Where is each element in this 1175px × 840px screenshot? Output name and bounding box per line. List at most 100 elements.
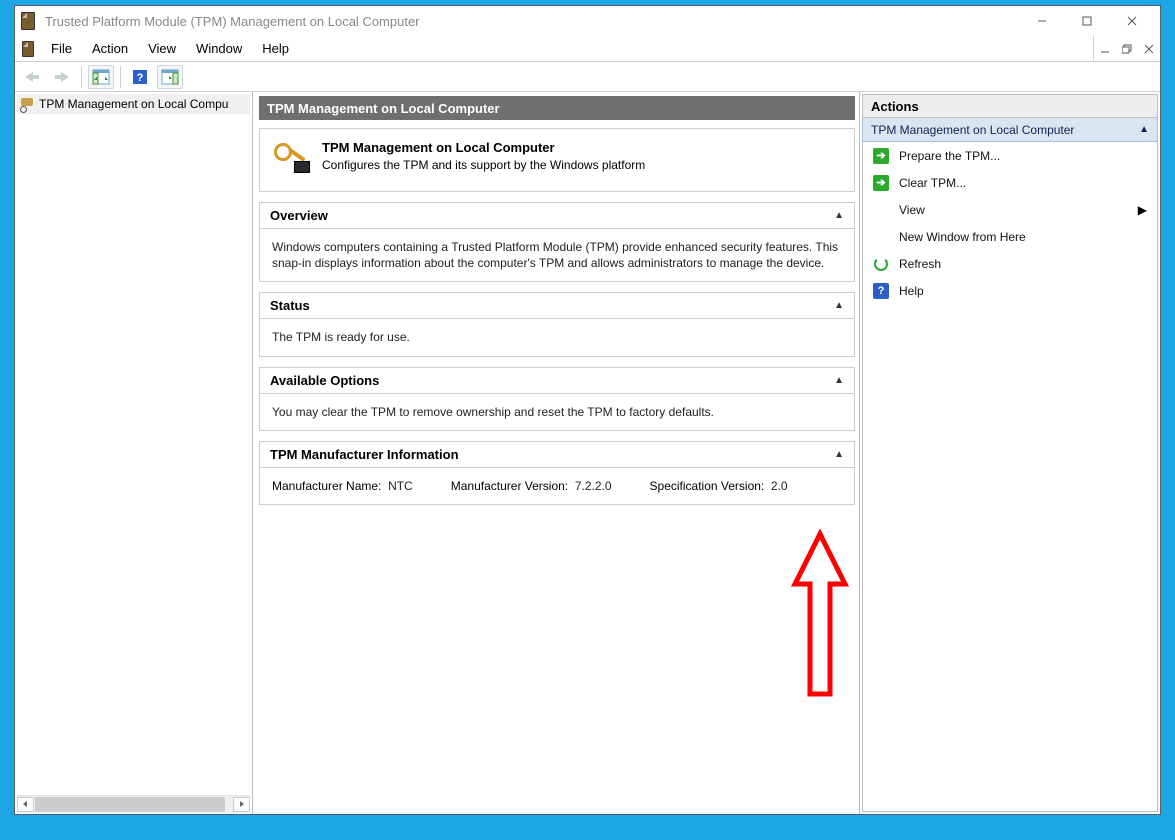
show-hide-tree-button[interactable] [88,65,114,89]
minimize-button[interactable] [1019,7,1064,35]
export-list-button[interactable] [157,65,183,89]
center-header: TPM Management on Local Computer [259,96,855,120]
action-view[interactable]: View ▶ [863,196,1157,223]
tpm-node-icon [19,96,35,112]
window-title: Trusted Platform Module (TPM) Management… [45,14,1019,29]
mdi-controls [1093,36,1160,61]
blank-icon [873,229,889,245]
collapse-icon: ▲ [834,210,844,221]
manufacturer-panel: TPM Manufacturer Information ▲ Manufactu… [259,441,855,505]
center-pane: TPM Management on Local Computer TPM Man… [253,92,860,814]
status-body: The TPM is ready for use. [260,319,854,355]
actions-header: Actions [862,94,1158,118]
tree-root-item[interactable]: TPM Management on Local Compu [17,94,250,114]
action-refresh[interactable]: Refresh [863,250,1157,277]
toolbar: ? [15,62,1160,92]
mfr-spec-label: Specification Version: [650,479,765,493]
help-icon: ? [873,283,889,299]
menu-window[interactable]: Window [186,36,252,61]
back-button[interactable] [19,65,45,89]
titlebar: Trusted Platform Module (TPM) Management… [15,6,1160,36]
menu-file[interactable]: File [41,36,82,61]
actions-list: ➔ Prepare the TPM... ➔ Clear TPM... View… [862,142,1158,812]
back-icon [23,70,41,84]
export-icon [161,69,179,85]
action-help[interactable]: ? Help [863,277,1157,304]
scroll-right-button[interactable] [233,797,250,812]
intro-panel: TPM Management on Local Computer Configu… [259,128,855,192]
toolbar-divider-2 [120,66,121,88]
action-new-window[interactable]: New Window from Here [863,223,1157,250]
close-button[interactable] [1109,7,1154,35]
action-label: View [899,203,925,217]
overview-body: Windows computers containing a Trusted P… [260,229,854,281]
maximize-button[interactable] [1064,7,1109,35]
mfr-name-label: Manufacturer Name: [272,479,381,493]
actions-group-label: TPM Management on Local Computer [871,123,1074,137]
arrow-right-icon: ➔ [873,148,889,164]
minimize-icon [1036,15,1048,27]
mdi-close-button[interactable] [1138,37,1160,61]
actions-pane: Actions TPM Management on Local Computer… [860,92,1160,814]
action-label: Clear TPM... [899,176,966,190]
manufacturer-header[interactable]: TPM Manufacturer Information ▲ [260,442,854,468]
tree-pane: TPM Management on Local Compu [15,92,253,814]
toolbar-divider [81,66,82,88]
panes-icon [92,69,110,85]
intro-text: TPM Management on Local Computer Configu… [322,139,645,177]
menu-view[interactable]: View [138,36,186,61]
tree-root-label: TPM Management on Local Compu [39,97,228,111]
body: TPM Management on Local Compu TPM Manage… [15,92,1160,814]
collapse-icon: ▲ [834,449,844,460]
options-title: Available Options [270,373,379,388]
menubar: File Action View Window Help [15,36,1160,62]
overview-header[interactable]: Overview ▲ [260,203,854,229]
mmc-window: Trusted Platform Module (TPM) Management… [14,5,1161,815]
arrow-right-icon: ➔ [873,175,889,191]
scroll-thumb[interactable] [35,797,225,812]
actions-group-header[interactable]: TPM Management on Local Computer ▲ [862,118,1158,142]
overview-title: Overview [270,208,328,223]
app-icon [21,12,39,30]
mfr-ver-value: 7.2.2.0 [575,479,612,493]
status-title: Status [270,298,310,313]
options-panel: Available Options ▲ You may clear the TP… [259,367,855,431]
collapse-icon: ▲ [1139,124,1149,135]
intro-desc: Configures the TPM and its support by th… [322,158,645,172]
overview-panel: Overview ▲ Windows computers containing … [259,202,855,282]
svg-text:?: ? [137,72,144,84]
forward-icon [53,70,71,84]
menu-help[interactable]: Help [252,36,299,61]
mdi-restore-button[interactable] [1116,37,1138,61]
action-label: Refresh [899,257,941,271]
mfr-name-value: NTC [388,479,413,493]
close-icon [1126,15,1138,27]
action-label: Prepare the TPM... [899,149,1000,163]
forward-button[interactable] [49,65,75,89]
maximize-icon [1081,15,1093,27]
doc-icon [17,36,39,61]
help-icon: ? [132,69,148,85]
mdi-minimize-button[interactable] [1094,37,1116,61]
action-prepare-tpm[interactable]: ➔ Prepare the TPM... [863,142,1157,169]
status-panel: Status ▲ The TPM is ready for use. [259,292,855,356]
refresh-icon [873,256,889,272]
collapse-icon: ▲ [834,300,844,311]
menu-action[interactable]: Action [82,36,138,61]
manufacturer-body: Manufacturer Name: NTC Manufacturer Vers… [260,468,854,504]
mfr-spec-value: 2.0 [771,479,788,493]
scroll-left-button[interactable] [17,797,34,812]
options-body: You may clear the TPM to remove ownershi… [260,394,854,430]
tree-hscrollbar[interactable] [17,795,250,812]
status-header[interactable]: Status ▲ [260,293,854,319]
action-label: New Window from Here [899,230,1026,244]
blank-icon [873,202,889,218]
mfr-ver-label: Manufacturer Version: [451,479,568,493]
options-header[interactable]: Available Options ▲ [260,368,854,394]
help-button[interactable]: ? [127,65,153,89]
action-label: Help [899,284,924,298]
action-clear-tpm[interactable]: ➔ Clear TPM... [863,169,1157,196]
tpm-key-icon [274,143,308,177]
intro-title: TPM Management on Local Computer [322,140,555,155]
collapse-icon: ▲ [834,375,844,386]
